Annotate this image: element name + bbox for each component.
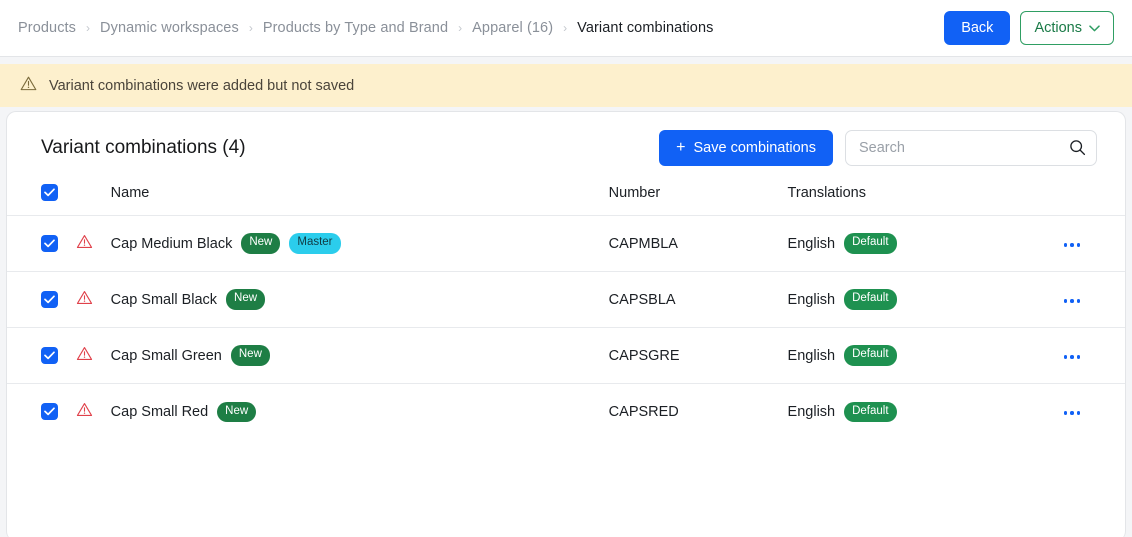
row-name-cell: Cap Small Red New xyxy=(111,384,609,440)
row-select-cell xyxy=(7,384,76,440)
row-warning-cell xyxy=(76,272,111,328)
row-name-cell: Cap Small Green New xyxy=(111,328,609,384)
actions-button-label: Actions xyxy=(1034,20,1082,36)
row-number-cell: CAPSGRE xyxy=(608,347,680,364)
warning-triangle-icon xyxy=(20,75,37,97)
warning-triangle-icon xyxy=(76,234,93,254)
warning-triangle-icon xyxy=(76,403,93,422)
row-translations-cell: English Default xyxy=(788,384,1062,440)
breadcrumb-item-1[interactable]: Products xyxy=(18,20,76,36)
row-menu-cell xyxy=(1062,272,1125,328)
badge-new: New xyxy=(241,233,281,254)
row-translations-cell: English Default xyxy=(788,328,1062,384)
row-name-cell: Cap Small Black New xyxy=(111,272,609,328)
row-overflow-menu-icon[interactable] xyxy=(1062,293,1083,309)
table-row: Cap Small Red New CAPSRED English Default xyxy=(7,383,1125,440)
search-input[interactable] xyxy=(845,130,1097,166)
row-select-cell xyxy=(7,272,76,328)
plus-icon: + xyxy=(676,139,686,156)
back-button[interactable]: Back xyxy=(944,11,1011,45)
warning-triangle-icon xyxy=(76,346,93,366)
badge-new: New xyxy=(226,289,266,310)
row-translations-cell: English Default xyxy=(788,272,1062,328)
row-warning-cell xyxy=(76,384,111,440)
row-checkbox[interactable] xyxy=(41,347,58,364)
search-box xyxy=(845,130,1097,166)
variant-name[interactable]: Cap Small Green xyxy=(111,348,222,364)
badge-default: Default xyxy=(844,345,897,366)
page-title: Variant combinations (4) xyxy=(41,137,246,158)
warning-column-header xyxy=(76,184,111,216)
row-overflow-menu-icon[interactable] xyxy=(1062,405,1083,421)
select-all-checkbox[interactable] xyxy=(41,184,58,201)
card-header: Variant combinations (4) + Save combinat… xyxy=(7,112,1125,184)
translation-language: English xyxy=(787,403,836,420)
save-combinations-label: Save combinations xyxy=(693,140,816,156)
row-warning-cell xyxy=(76,216,111,272)
table-row: Cap Small Green New CAPSGRE English Default xyxy=(7,327,1125,384)
row-number-cell: CAPSRED xyxy=(608,403,679,420)
breadcrumb-separator: › xyxy=(248,21,253,35)
row-number-cell: CAPSBLA xyxy=(608,291,676,308)
row-menu-cell xyxy=(1062,384,1125,440)
row-checkbox[interactable] xyxy=(41,235,58,252)
translation-language: English xyxy=(787,291,836,308)
badge-new: New xyxy=(217,401,257,422)
variant-name[interactable]: Cap Medium Black xyxy=(111,236,233,252)
select-all-header xyxy=(7,184,76,216)
row-overflow-menu-icon[interactable] xyxy=(1062,349,1083,365)
breadcrumb-separator: › xyxy=(563,21,568,35)
breadcrumb-separator: › xyxy=(86,21,91,35)
row-select-cell xyxy=(7,216,76,272)
row-checkbox[interactable] xyxy=(41,403,58,421)
breadcrumb-separator: › xyxy=(458,21,463,35)
table-body: Cap Medium Black New Master CAPMBLA English D… xyxy=(7,215,1125,440)
variant-name[interactable]: Cap Small Black xyxy=(111,292,217,308)
breadcrumb: Products › Dynamic workspaces › Products by … xyxy=(18,20,944,36)
translations-column-header: Translations xyxy=(787,185,866,201)
warning-banner: Variant combinations were added but not … xyxy=(0,64,1132,107)
app-page: Products › Dynamic workspaces › Products by … xyxy=(0,0,1132,537)
warning-banner-message: Variant combinations were added but not … xyxy=(49,77,355,94)
variant-combinations-card: Variant combinations (4) + Save combinat… xyxy=(6,111,1126,537)
number-column-header: Number xyxy=(608,185,661,201)
row-warning-cell xyxy=(76,328,111,384)
row-name-cell: Cap Medium Black New Master xyxy=(111,216,609,272)
breadcrumb-item-5: Variant combinations xyxy=(577,20,714,36)
translation-language: English xyxy=(787,235,836,252)
row-menu-cell xyxy=(1062,328,1125,384)
badge-new: New xyxy=(230,345,270,366)
table-header-row: Name Number Translations xyxy=(7,184,1125,216)
row-translations-cell: English Default xyxy=(788,216,1062,272)
table-row: Cap Small Black New CAPSBLA English Default xyxy=(7,271,1125,328)
row-number-cell: CAPMBLA xyxy=(608,235,678,252)
badge-default: Default xyxy=(844,401,897,422)
badge-default: Default xyxy=(844,289,897,310)
table-head: Name Number Translations xyxy=(7,184,1125,216)
variant-name[interactable]: Cap Small Red xyxy=(111,404,209,420)
chevron-down-icon xyxy=(1089,20,1100,36)
warning-triangle-icon xyxy=(76,290,93,310)
row-overflow-menu-icon[interactable] xyxy=(1062,237,1083,253)
name-column-header: Name xyxy=(110,185,150,201)
top-bar: Products › Dynamic workspaces › Products by … xyxy=(0,0,1132,57)
actions-button[interactable]: Actions xyxy=(1020,11,1114,45)
badge-default: Default xyxy=(844,233,897,254)
save-combinations-button[interactable]: + Save combinations xyxy=(659,130,833,166)
translation-language: English xyxy=(787,347,836,364)
row-select-cell xyxy=(7,328,76,384)
row-checkbox[interactable] xyxy=(41,291,58,308)
variant-combinations-table: Name Number Translations Cap Medium Blac… xyxy=(7,184,1125,440)
breadcrumb-item-3[interactable]: Products by Type and Brand xyxy=(263,20,448,36)
breadcrumb-item-4[interactable]: Apparel (16) xyxy=(472,20,553,36)
table-row: Cap Medium Black New Master CAPMBLA English D… xyxy=(7,215,1125,272)
menu-column-header xyxy=(1062,184,1125,216)
topbar-actions: Back Actions xyxy=(944,11,1114,45)
row-menu-cell xyxy=(1062,216,1125,272)
breadcrumb-item-2[interactable]: Dynamic workspaces xyxy=(100,20,239,36)
badge-master: Master xyxy=(289,233,341,254)
